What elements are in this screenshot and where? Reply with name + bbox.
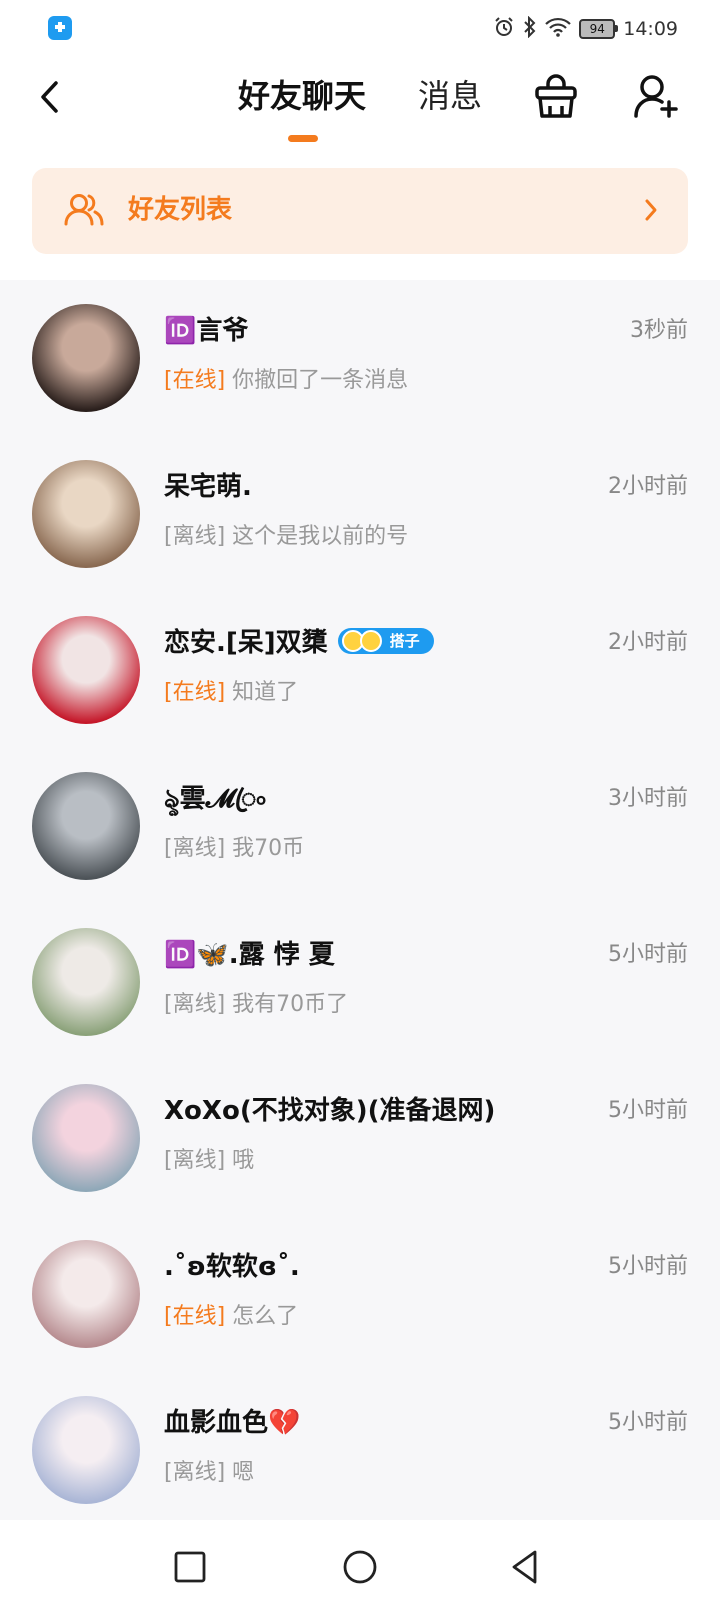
avatar[interactable] (32, 1396, 140, 1504)
chat-row[interactable]: ৡ雲𝓜ꦿ৹ 3小时前 [离线] 我70币 (0, 748, 720, 904)
contact-name-text: 恋安.[呆]双橥 (164, 628, 328, 658)
clock: 14:09 (623, 18, 678, 40)
online-status: [离线] (164, 524, 226, 549)
last-message: 我有70币了 (232, 992, 349, 1017)
avatar[interactable] (32, 1240, 140, 1348)
message-time: 5小时前 (608, 1098, 688, 1123)
message-time: 2小时前 (608, 630, 688, 655)
triangle-back-icon (512, 1550, 537, 1584)
avatar[interactable] (32, 772, 140, 880)
online-status: [离线] (164, 1460, 226, 1485)
message-preview: [在线] 怎么了 (164, 1302, 298, 1332)
online-status: [离线] (164, 836, 226, 861)
message-time: 5小时前 (608, 1410, 688, 1435)
message-preview: [在线] 知道了 (164, 678, 298, 708)
message-preview: [离线] 嗯 (164, 1458, 254, 1488)
square-icon (174, 1551, 206, 1583)
last-message: 哦 (232, 1148, 255, 1173)
last-message: 这个是我以前的号 (232, 524, 409, 549)
chevron-left-icon (41, 81, 58, 113)
contact-name-text: ৡ雲𝓜ꦿ৹ (164, 784, 267, 814)
online-status: [离线] (164, 992, 226, 1017)
avatar[interactable] (32, 1084, 140, 1192)
message-preview: [离线] 这个是我以前的号 (164, 522, 408, 552)
online-status: [在线] (164, 1304, 226, 1329)
contact-name-text: 呆宅萌. (164, 472, 252, 502)
online-status: [在线] (164, 680, 226, 705)
tab-messages[interactable]: 消息 (418, 76, 482, 116)
message-preview: [离线] 我有70币了 (164, 990, 348, 1020)
last-message: 我70币 (232, 836, 305, 861)
chevron-right-icon (645, 199, 657, 221)
alarm-icon (493, 16, 515, 43)
last-message: 怎么了 (232, 1304, 299, 1329)
wifi-icon (545, 17, 572, 42)
message-preview: [离线] 哦 (164, 1146, 254, 1176)
contact-name-text: 血影血色💔 (164, 1408, 301, 1438)
contact-name: 呆宅萌. (164, 470, 252, 504)
back-button[interactable] (26, 74, 72, 120)
avatar[interactable] (32, 616, 140, 724)
chat-row[interactable]: XoXo(不找对象)(准备退网) 5小时前 [离线] 哦 (0, 1060, 720, 1216)
message-time: 3秒前 (630, 318, 688, 343)
chat-row[interactable]: .˚ʚ软软ɞ˚. 5小时前 [在线] 怎么了 (0, 1216, 720, 1372)
contact-name-text: 🆔言爷 (164, 316, 249, 346)
message-time: 5小时前 (608, 1254, 688, 1279)
friends-icon (64, 194, 104, 226)
avatar[interactable] (32, 928, 140, 1036)
message-time: 3小时前 (608, 786, 688, 811)
status-indicators: 94 14:09 (493, 14, 678, 44)
battery-icon: 94 (579, 19, 619, 39)
contact-name: .˚ʚ软软ɞ˚. (164, 1250, 300, 1284)
last-message: 知道了 (232, 680, 299, 705)
chat-row[interactable]: 血影血色💔 5小时前 [离线] 嗯 (0, 1372, 720, 1528)
last-message: 嗯 (232, 1460, 255, 1485)
broom-basket-icon (535, 74, 577, 118)
message-preview: [在线] 你撤回了一条消息 (164, 366, 408, 396)
chat-row[interactable]: 呆宅萌. 2小时前 [离线] 这个是我以前的号 (0, 436, 720, 592)
avatar[interactable] (32, 460, 140, 568)
message-time: 5小时前 (608, 942, 688, 967)
tag-label: 搭子 (389, 631, 420, 650)
add-user-icon (634, 75, 678, 118)
contact-name: 🆔🦋.露 悖 夏 (164, 938, 335, 972)
chat-row[interactable]: 🆔🦋.露 悖 夏 5小时前 [离线] 我有70币了 (0, 904, 720, 1060)
tab-friend-chat[interactable]: 好友聊天 (238, 76, 366, 116)
emoji-smile-icon (359, 629, 382, 652)
partner-tag-badge: 搭子 (337, 627, 434, 654)
recents-button[interactable] (165, 1542, 215, 1592)
clear-button[interactable] (533, 72, 579, 122)
friends-list-button[interactable]: 好友列表 (32, 168, 688, 254)
avatar[interactable] (32, 304, 140, 412)
contact-name: 恋安.[呆]双橥 搭子 (164, 626, 434, 660)
online-status: [离线] (164, 1148, 226, 1173)
contact-name: XoXo(不找对象)(准备退网) (164, 1094, 495, 1128)
app-notification-icon (48, 16, 72, 40)
system-navigation-bar (0, 1520, 720, 1612)
contact-name-text: XoXo(不找对象)(准备退网) (164, 1096, 496, 1126)
message-time: 2小时前 (608, 474, 688, 499)
chat-row[interactable]: 恋安.[呆]双橥 搭子 2小时前 [在线] 知道了 (0, 592, 720, 748)
status-bar: 94 14:09 (0, 0, 720, 60)
last-message: 你撤回了一条消息 (232, 368, 409, 393)
add-friend-button[interactable] (632, 72, 682, 122)
circle-icon (343, 1550, 377, 1584)
contact-name: 血影血色💔 (164, 1406, 300, 1440)
contact-name: 🆔言爷 (164, 314, 248, 348)
active-tab-indicator (288, 135, 318, 142)
chat-row[interactable]: 🆔言爷 3秒前 [在线] 你撤回了一条消息 (0, 280, 720, 436)
message-preview: [离线] 我70币 (164, 834, 304, 864)
online-status: [在线] (164, 368, 226, 393)
back-nav-button[interactable] (500, 1542, 550, 1592)
bluetooth-icon (523, 15, 537, 43)
friends-list-label: 好友列表 (128, 195, 233, 225)
contact-name-text: .˚ʚ软软ɞ˚. (164, 1252, 300, 1282)
contact-name: ৡ雲𝓜ꦿ৹ (164, 782, 267, 816)
friends-list-section: 好友列表 (0, 150, 720, 280)
home-button[interactable] (335, 1542, 385, 1592)
contact-name-text: 🆔🦋.露 悖 夏 (164, 940, 335, 970)
header: 好友聊天 消息 (0, 60, 720, 150)
chat-list: 🆔言爷 3秒前 [在线] 你撤回了一条消息 呆宅萌. 2小时前 [离线] 这个是我以前的号… (0, 280, 720, 1528)
